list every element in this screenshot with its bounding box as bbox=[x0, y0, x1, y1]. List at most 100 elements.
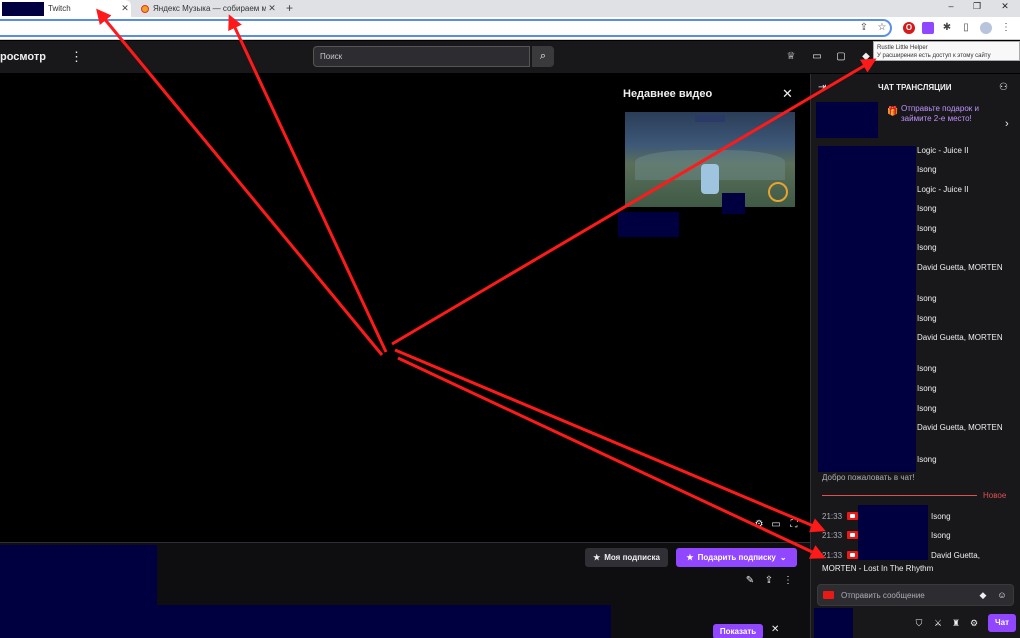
inbox-icon[interactable]: ▭ bbox=[810, 51, 824, 62]
chat-title: ЧАТ ТРАНСЛЯЦИИ bbox=[878, 83, 952, 92]
tab-twitch[interactable]: Twitch ✕ bbox=[0, 0, 131, 17]
users-list-icon[interactable]: ⚇ bbox=[999, 82, 1008, 93]
new-messages-divider bbox=[822, 495, 977, 496]
redacted-block bbox=[818, 146, 916, 472]
gift-subscription-button[interactable]: ★ Подарить подписку ⌄ bbox=[676, 548, 797, 567]
rustle-extension-icon[interactable] bbox=[922, 22, 934, 34]
chat-message: Isong bbox=[917, 165, 937, 174]
minimize-button[interactable]: – bbox=[940, 0, 962, 14]
chevron-down-icon: ⌄ bbox=[779, 553, 787, 562]
redacted-block bbox=[858, 505, 928, 560]
chat-send-button[interactable]: Чат bbox=[988, 614, 1016, 632]
chat-message: Isong bbox=[917, 243, 937, 252]
chat-message: Logic - Juice II bbox=[917, 146, 969, 155]
thumbnail-car bbox=[701, 164, 719, 194]
recent-videos-close-icon[interactable]: ✕ bbox=[782, 86, 793, 102]
collapse-chat-icon[interactable]: ⇥ bbox=[818, 82, 826, 93]
tab-label: Яндекс Музыка — собираем м... bbox=[153, 4, 266, 13]
share-icon[interactable]: ⇪ bbox=[762, 575, 776, 586]
chat-message: Isong bbox=[917, 224, 937, 233]
star-icon: ★ bbox=[593, 553, 601, 562]
gift-icon: 🎁 bbox=[887, 106, 899, 116]
banner-close-icon[interactable]: ✕ bbox=[771, 624, 779, 635]
broadcaster-badge-icon bbox=[847, 551, 858, 559]
shield-icon[interactable]: ⛉ bbox=[913, 618, 925, 629]
new-tab-button[interactable]: + bbox=[286, 0, 293, 17]
show-button[interactable]: Показать bbox=[713, 624, 763, 638]
chat-message: Isong bbox=[917, 204, 937, 213]
broadcaster-badge-icon bbox=[847, 531, 858, 539]
bits-icon[interactable]: ◆ bbox=[977, 590, 989, 601]
chat-message: Isong bbox=[931, 512, 951, 521]
profile-avatar-icon[interactable] bbox=[980, 22, 992, 34]
chat-message: David Guetta, MORTEN bbox=[917, 333, 1003, 342]
emote-picker-icon[interactable]: ☺ bbox=[996, 590, 1008, 600]
gift-subscription-label: Подарить подписку bbox=[697, 553, 776, 562]
redacted-block bbox=[816, 102, 878, 138]
maximize-button[interactable]: ❐ bbox=[966, 0, 988, 14]
sidepanel-icon[interactable]: ▯ bbox=[960, 22, 972, 34]
chat-message-continuation: MORTEN - Lost In The Rhythm bbox=[822, 564, 934, 573]
url-input[interactable] bbox=[0, 19, 892, 37]
broadcaster-badge-icon bbox=[823, 591, 834, 599]
my-subscription-label: Моя подписка bbox=[604, 553, 660, 562]
recent-video-thumbnail[interactable] bbox=[625, 112, 795, 207]
chat-message: David Guetta, MORTEN bbox=[917, 263, 1003, 272]
chat-message: David Guetta, bbox=[931, 551, 980, 560]
thumbnail-hud bbox=[695, 115, 725, 122]
chat-message: Isong bbox=[917, 404, 937, 413]
thumbnail-boost-meter bbox=[768, 182, 788, 202]
recent-videos-title: Недавнее видео bbox=[623, 88, 713, 100]
chevron-right-icon[interactable]: › bbox=[1005, 118, 1009, 130]
chat-message: Isong bbox=[917, 314, 937, 323]
address-bar: ⇪ ☆ O ✱ ▯ ⋮ bbox=[0, 17, 1020, 40]
tab-close-icon[interactable]: ✕ bbox=[119, 3, 131, 14]
extensions-puzzle-icon[interactable]: ✱ bbox=[941, 22, 953, 34]
tooltip-title: Rustle Little Helper bbox=[877, 45, 928, 51]
settings-gear-icon[interactable]: ⚙ bbox=[752, 519, 766, 530]
fullscreen-icon[interactable]: ⛶ bbox=[787, 519, 801, 530]
chat-message: Isong bbox=[917, 455, 937, 464]
redacted-favicon bbox=[2, 1, 44, 16]
chat-settings-icon[interactable]: ⚙ bbox=[968, 618, 980, 629]
search-input[interactable]: Поиск bbox=[313, 46, 530, 67]
sword-icon[interactable]: ⚔ bbox=[932, 618, 944, 629]
tab-close-icon[interactable]: ✕ bbox=[266, 3, 278, 14]
goblet-icon[interactable]: ♜ bbox=[950, 618, 962, 629]
share-icon[interactable]: ⇪ bbox=[858, 22, 870, 34]
browser-tab-bar: Twitch ✕ Яндекс Музыка — собираем м... ✕… bbox=[0, 0, 1020, 17]
close-window-button[interactable]: ✕ bbox=[994, 0, 1016, 14]
more-menu-icon[interactable]: ⋮ bbox=[70, 49, 83, 65]
my-subscription-button[interactable]: ★ Моя подписка bbox=[585, 548, 668, 567]
chat-message: Isong bbox=[931, 531, 951, 540]
new-messages-label: Новое bbox=[983, 491, 1007, 500]
star-icon: ★ bbox=[686, 553, 694, 562]
bits-icon[interactable]: ◆ bbox=[859, 51, 873, 62]
twitch-top-nav: росмотр ⋮ Поиск ⌕ ♕ ▭ ▢ ◆ bbox=[0, 41, 1020, 74]
chat-message: Isong bbox=[917, 364, 937, 373]
tab-label: Twitch bbox=[48, 4, 71, 13]
broadcaster-badge-icon bbox=[847, 512, 858, 520]
edit-pencil-icon[interactable]: ✎ bbox=[743, 575, 757, 586]
browse-link[interactable]: росмотр bbox=[0, 51, 46, 63]
chat-message: Isong bbox=[917, 294, 937, 303]
redacted-block bbox=[618, 212, 679, 237]
gift-promo-text[interactable]: Отправьте подарок и займите 2-е место! bbox=[901, 104, 1001, 124]
crown-icon[interactable]: ♕ bbox=[784, 51, 798, 62]
message-timestamp: 21:33 bbox=[822, 512, 843, 521]
yandex-music-icon bbox=[141, 4, 149, 13]
tab-yandex-music[interactable]: Яндекс Музыка — собираем м... ✕ bbox=[133, 0, 278, 17]
search-icon[interactable]: ⌕ bbox=[532, 46, 554, 67]
chat-message: Isong bbox=[917, 384, 937, 393]
browser-menu-icon[interactable]: ⋮ bbox=[1000, 22, 1012, 34]
theater-mode-icon[interactable]: ▭ bbox=[769, 519, 783, 530]
redacted-block bbox=[814, 608, 853, 638]
bookmark-star-icon[interactable]: ☆ bbox=[876, 22, 888, 34]
opera-extension-icon[interactable]: O bbox=[903, 22, 915, 34]
more-options-icon[interactable]: ⋮ bbox=[781, 575, 795, 586]
chat-message: Logic - Juice II bbox=[917, 185, 969, 194]
tooltip-subtitle: У расширения есть доступ к этому сайту bbox=[877, 53, 991, 59]
whispers-icon[interactable]: ▢ bbox=[834, 51, 848, 62]
message-timestamp: 21:33 bbox=[822, 551, 843, 560]
chat-message: David Guetta, MORTEN bbox=[917, 423, 1003, 432]
